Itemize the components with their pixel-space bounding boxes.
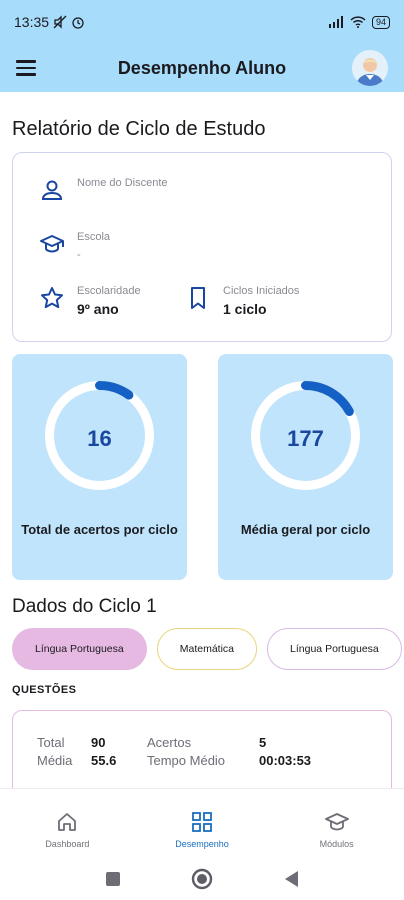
app-bar: Desempenho Aluno — [0, 44, 404, 92]
person-icon — [41, 180, 63, 200]
cycle-title: Dados do Ciclo 1 — [12, 596, 157, 617]
nav-modulos[interactable]: Módulos — [269, 789, 404, 858]
cycles-label: Ciclos Iniciados — [223, 285, 300, 297]
hits-value: 16 — [87, 426, 112, 451]
status-time: 13:35 — [14, 14, 50, 30]
chip-lingua-portuguesa-2[interactable]: Língua Portuguesa — [267, 628, 402, 670]
student-info-card: Nome do Discente Escola - Escolaridade 9… — [12, 152, 392, 342]
schooling-row: Escolaridade 9º ano — [39, 285, 141, 317]
schooling-label: Escolaridade — [77, 285, 141, 297]
nav-desempenho[interactable]: Desempenho — [135, 789, 270, 858]
cycles-row: Ciclos Iniciados 1 ciclo — [185, 285, 299, 317]
questions-section-label: QUESTÕES — [12, 684, 77, 696]
signal-icon — [328, 16, 343, 28]
back-icon[interactable] — [283, 870, 299, 888]
graduation-cap-icon — [40, 235, 64, 253]
hits-count-value: 5 — [259, 735, 267, 750]
total-label: Total — [37, 735, 65, 750]
status-bar: 13:35 94 — [0, 0, 404, 44]
hits-label: Acertos — [147, 735, 192, 750]
bookmark-icon — [191, 287, 205, 309]
chip-matematica[interactable]: Matemática — [156, 628, 258, 670]
stat-card-average: 177 Média geral por ciclo — [218, 354, 393, 580]
page-title: Desempenho Aluno — [117, 57, 287, 78]
alarm-icon — [72, 17, 84, 29]
student-name-row: Nome do Discente — [39, 177, 168, 203]
avg-time-value: 00:03:53 — [259, 753, 312, 768]
school-label: Escola — [77, 231, 111, 243]
report-title: Relatório de Ciclo de Estudo — [12, 118, 266, 140]
avatar[interactable] — [352, 50, 388, 86]
graduation-cap-icon — [324, 813, 349, 831]
menu-icon[interactable] — [16, 56, 40, 80]
average-value: 177 — [287, 426, 324, 451]
total-value: 90 — [91, 735, 106, 750]
nav-modulos-label: Módulos — [319, 839, 354, 849]
bottom-navigation: Dashboard Desempenho Módulos — [0, 788, 404, 858]
recents-icon[interactable] — [105, 871, 121, 887]
average-caption: Média geral por ciclo — [240, 522, 371, 537]
nav-desempenho-label: Desempenho — [175, 839, 229, 849]
hits-caption: Total de acertos por ciclo — [21, 522, 178, 537]
schooling-value: 9º ano — [77, 301, 119, 317]
battery-indicator: 94 — [371, 15, 390, 29]
star-icon — [41, 287, 63, 309]
avg-time-label: Tempo Médio — [147, 753, 226, 768]
student-name-label: Nome do Discente — [77, 177, 168, 189]
mute-icon — [53, 15, 67, 29]
questions-card: Total 90 Acertos 5 Média 55.6 Tempo Médi… — [12, 710, 392, 788]
avg-value: 55.6 — [91, 753, 117, 768]
system-navigation — [0, 858, 404, 900]
nav-dashboard-label: Dashboard — [45, 839, 90, 849]
content-scroll[interactable]: Relatório de Ciclo de Estudo Nome do Dis… — [0, 92, 404, 788]
home-button-icon[interactable] — [191, 868, 213, 890]
chip-lingua-portuguesa[interactable]: Língua Portuguesa — [12, 628, 147, 670]
grid-icon — [192, 812, 212, 832]
cycles-value: 1 ciclo — [223, 301, 267, 317]
home-icon — [58, 813, 77, 831]
stat-card-hits: 16 Total de acertos por ciclo — [12, 354, 187, 580]
subject-chips: Língua Portuguesa Matemática Língua Port… — [12, 628, 404, 672]
wifi-icon — [350, 16, 366, 28]
school-value: - — [77, 249, 81, 261]
avg-label: Média — [37, 753, 73, 768]
school-row: Escola - — [39, 231, 110, 261]
nav-dashboard[interactable]: Dashboard — [0, 789, 135, 858]
